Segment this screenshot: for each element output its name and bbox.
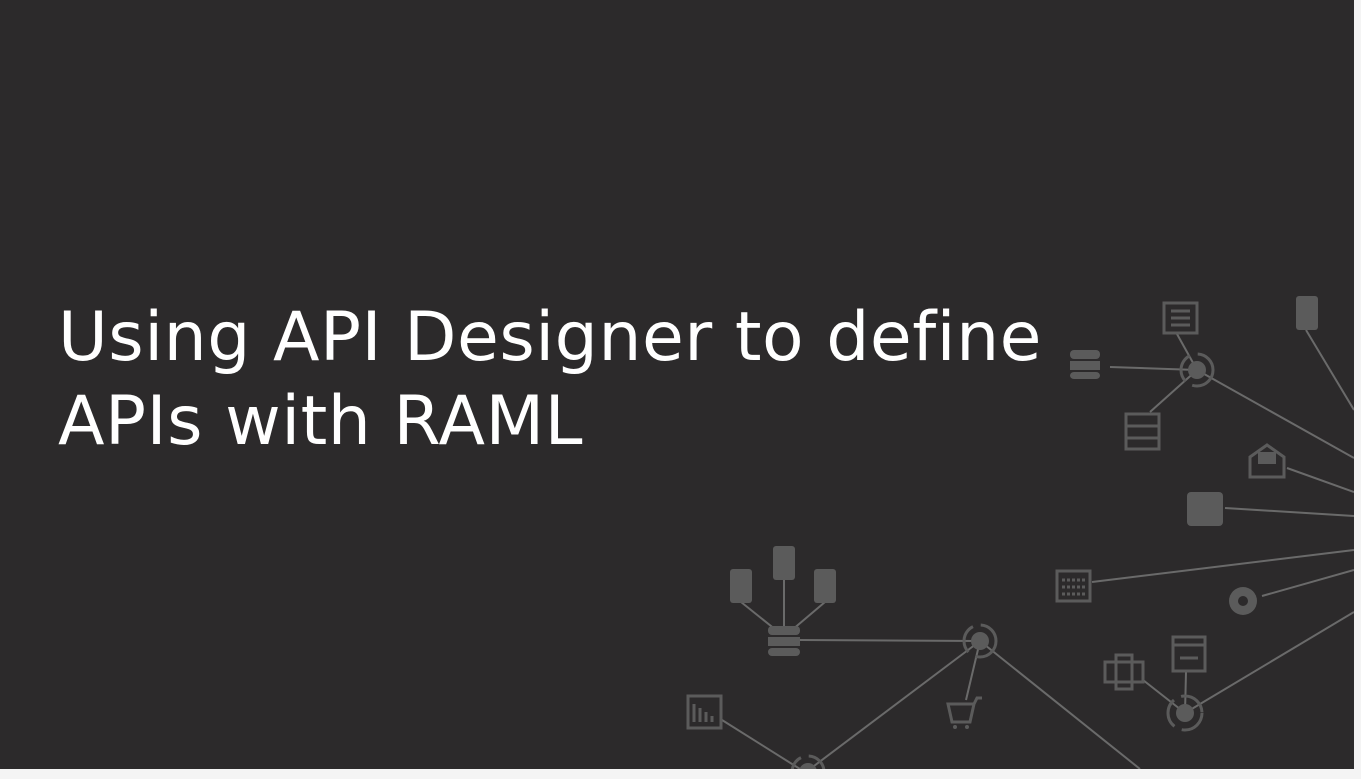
slide: Using API Designer to define APIs with R… bbox=[0, 0, 1354, 769]
gear-icon bbox=[1229, 587, 1257, 615]
server-icon bbox=[1124, 412, 1161, 451]
slide-title-line-2: APIs with RAML bbox=[58, 382, 584, 461]
slide-title-line-1: Using API Designer to define bbox=[58, 298, 1042, 377]
calendar-icon bbox=[1055, 569, 1092, 603]
envelope-icon bbox=[1248, 443, 1286, 479]
tablet-icon bbox=[1187, 492, 1223, 526]
browser-window-icon bbox=[1171, 635, 1207, 673]
cart-icon bbox=[946, 696, 982, 729]
slide-title: Using API Designer to define APIs with R… bbox=[58, 296, 1042, 464]
document-icon bbox=[1162, 301, 1199, 335]
fax-icon bbox=[1103, 653, 1145, 691]
bar-chart-icon bbox=[686, 694, 723, 730]
